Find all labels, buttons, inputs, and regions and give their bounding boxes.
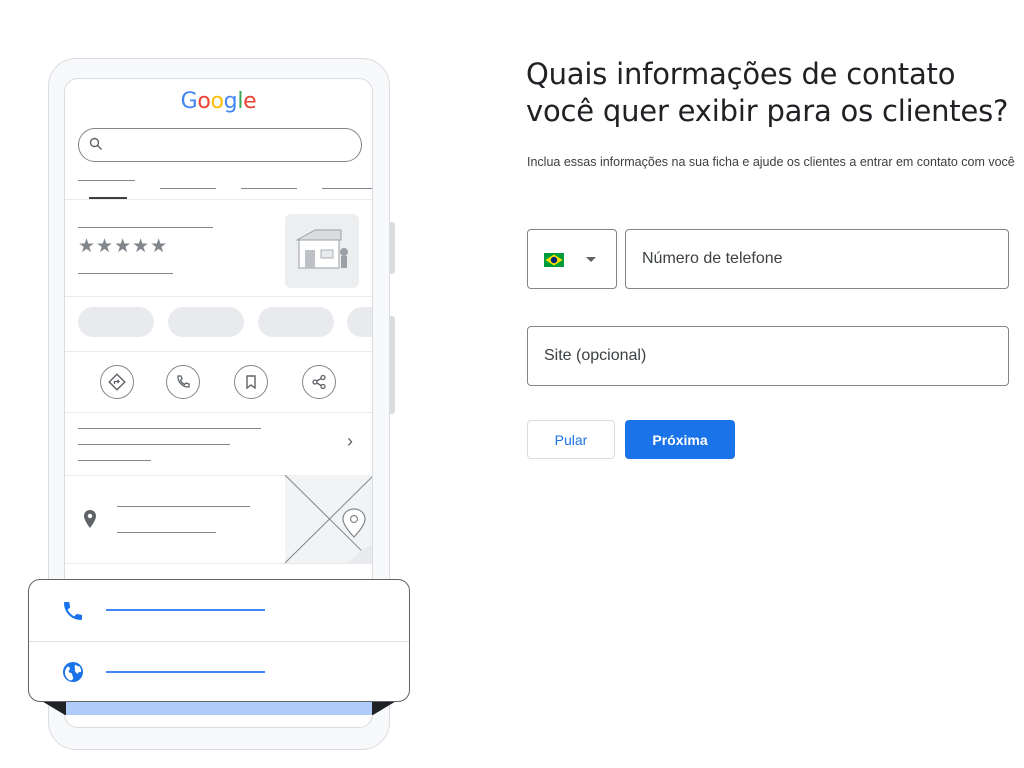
- phone-icon: [166, 365, 200, 399]
- divider: [65, 563, 372, 564]
- mock-tab: [160, 188, 216, 189]
- placeholder-line: [78, 273, 173, 274]
- location-pin-icon: [84, 510, 96, 528]
- phone-number-input[interactable]: [625, 229, 1009, 289]
- google-logo-letter: e: [243, 89, 257, 114]
- phone-icon: [64, 602, 82, 620]
- map-thumbnail: [285, 475, 372, 563]
- page-title: Quais informações de contato você quer e…: [526, 57, 1009, 128]
- placeholder-line: [78, 460, 151, 461]
- mock-chip: [258, 307, 334, 337]
- mock-chip: [347, 307, 372, 337]
- page-subtitle: Inclua essas informações na sua ficha e …: [527, 155, 1015, 169]
- share-icon: [302, 365, 336, 399]
- next-button[interactable]: Próxima: [625, 420, 735, 459]
- mock-chip: [78, 307, 154, 337]
- search-icon: [89, 137, 102, 150]
- placeholder-line: [117, 532, 216, 533]
- placeholder-line: [117, 506, 250, 507]
- google-logo: Google: [65, 89, 372, 114]
- placeholder-line: [78, 428, 261, 429]
- chevron-down-icon: [586, 257, 596, 262]
- phone-side-button: [389, 222, 395, 274]
- mock-search-bar: [78, 128, 362, 162]
- divider: [65, 199, 372, 200]
- divider: [65, 412, 372, 413]
- rating-stars: ★★★★★: [78, 236, 169, 257]
- card-highlight: [66, 700, 372, 715]
- google-logo-letter: o: [210, 89, 224, 114]
- google-logo-letter: o: [197, 89, 211, 114]
- phone-placeholder-line: [106, 609, 265, 611]
- bookmark-icon: [234, 365, 268, 399]
- mock-chip: [168, 307, 244, 337]
- divider: [29, 641, 409, 642]
- google-logo-letter: g: [223, 89, 238, 114]
- brazil-flag-icon: [544, 253, 564, 267]
- contact-info-card: [28, 579, 410, 702]
- storefront-icon: [285, 214, 359, 288]
- mock-tab: [241, 188, 297, 189]
- divider: [65, 296, 372, 297]
- phone-side-button: [389, 316, 395, 414]
- google-logo-letter: G: [180, 89, 198, 114]
- globe-icon: [63, 662, 83, 682]
- map-pin-icon: [342, 508, 366, 538]
- mock-tab: [322, 188, 372, 189]
- directions-icon: [100, 365, 134, 399]
- placeholder-line: [78, 227, 213, 228]
- country-code-selector[interactable]: [527, 229, 617, 289]
- chevron-right-icon: ›: [347, 431, 353, 451]
- website-input[interactable]: [527, 326, 1009, 386]
- skip-button[interactable]: Pular: [527, 420, 615, 459]
- mock-tab: [78, 180, 135, 181]
- placeholder-line: [78, 444, 230, 445]
- website-placeholder-line: [106, 671, 265, 673]
- divider: [65, 351, 372, 352]
